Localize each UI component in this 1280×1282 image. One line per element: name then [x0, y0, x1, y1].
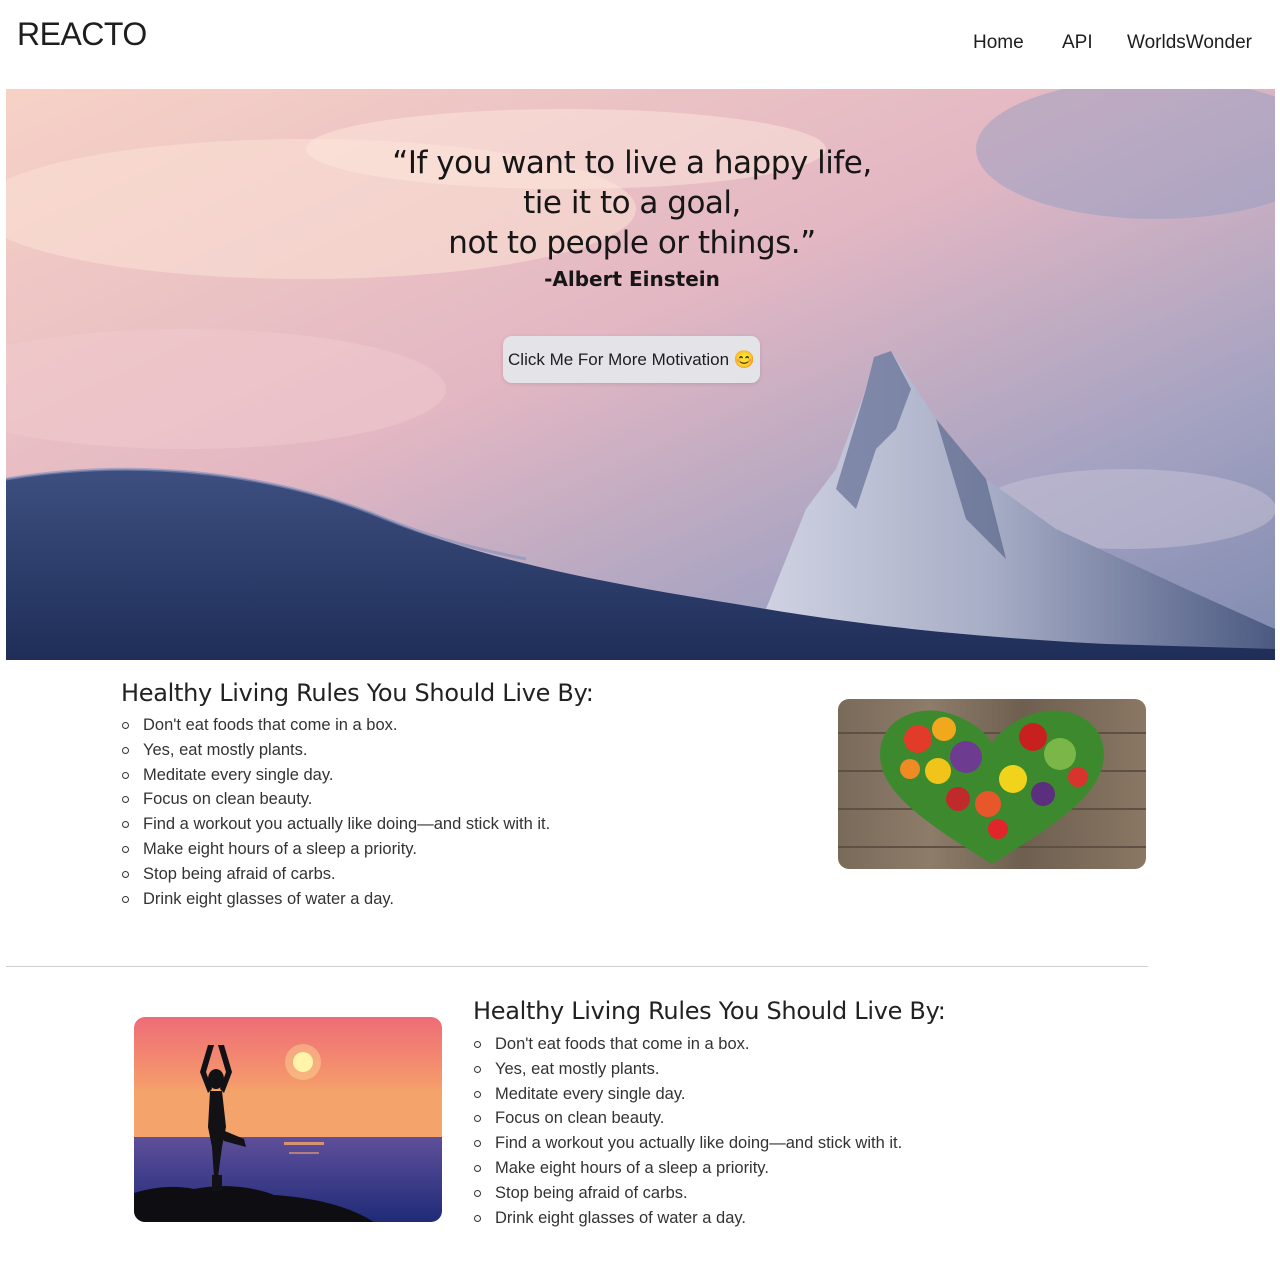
nav-link-worldswonder[interactable]: WorldsWonder: [1127, 32, 1252, 54]
vegetable-heart-image: [838, 699, 1146, 869]
list-item: Focus on clean beauty.: [121, 787, 550, 812]
list-item: Yes, eat mostly plants.: [473, 1057, 902, 1082]
list-item: Find a workout you actually like doing—a…: [121, 812, 550, 837]
list-item: Yes, eat mostly plants.: [121, 738, 550, 763]
nav-link-api[interactable]: API: [1062, 32, 1093, 54]
list-item: Drink eight glasses of water a day.: [473, 1206, 902, 1231]
quote-line: tie it to a goal,: [523, 185, 741, 221]
list-item: Stop being afraid of carbs.: [473, 1181, 902, 1206]
healthy-rules-list: Don't eat foods that come in a box. Yes,…: [473, 1032, 902, 1230]
quote-line: “If you want to live a happy life,: [392, 145, 872, 181]
section-divider: [6, 966, 1148, 967]
list-item: Drink eight glasses of water a day.: [121, 887, 550, 912]
list-item: Make eight hours of a sleep a priority.: [473, 1156, 902, 1181]
hero-quote: “If you want to live a happy life, tie i…: [6, 143, 1258, 291]
list-item: Focus on clean beauty.: [473, 1106, 902, 1131]
more-motivation-button[interactable]: Click Me For More Motivation 😊: [503, 336, 760, 383]
list-item: Make eight hours of a sleep a priority.: [121, 837, 550, 862]
list-item: Find a workout you actually like doing—a…: [473, 1131, 902, 1156]
list-item: Don't eat foods that come in a box.: [473, 1032, 902, 1057]
healthy-rules-list: Don't eat foods that come in a box. Yes,…: [121, 713, 550, 911]
quote-author: -Albert Einstein: [544, 267, 720, 291]
list-item: Don't eat foods that come in a box.: [121, 713, 550, 738]
yoga-sunset-image: [134, 1017, 442, 1222]
list-item: Meditate every single day.: [121, 763, 550, 788]
section-title: Healthy Living Rules You Should Live By:: [473, 997, 946, 1025]
navbar: REACTO Home API WorldsWonder: [0, 0, 1280, 88]
section-title: Healthy Living Rules You Should Live By:: [121, 679, 594, 707]
hero-banner: “If you want to live a happy life, tie i…: [6, 89, 1275, 660]
quote-line: not to people or things.”: [448, 225, 816, 261]
brand-logo[interactable]: REACTO: [17, 16, 147, 53]
list-item: Meditate every single day.: [473, 1082, 902, 1107]
list-item: Stop being afraid of carbs.: [121, 862, 550, 887]
nav-link-home[interactable]: Home: [973, 32, 1024, 54]
